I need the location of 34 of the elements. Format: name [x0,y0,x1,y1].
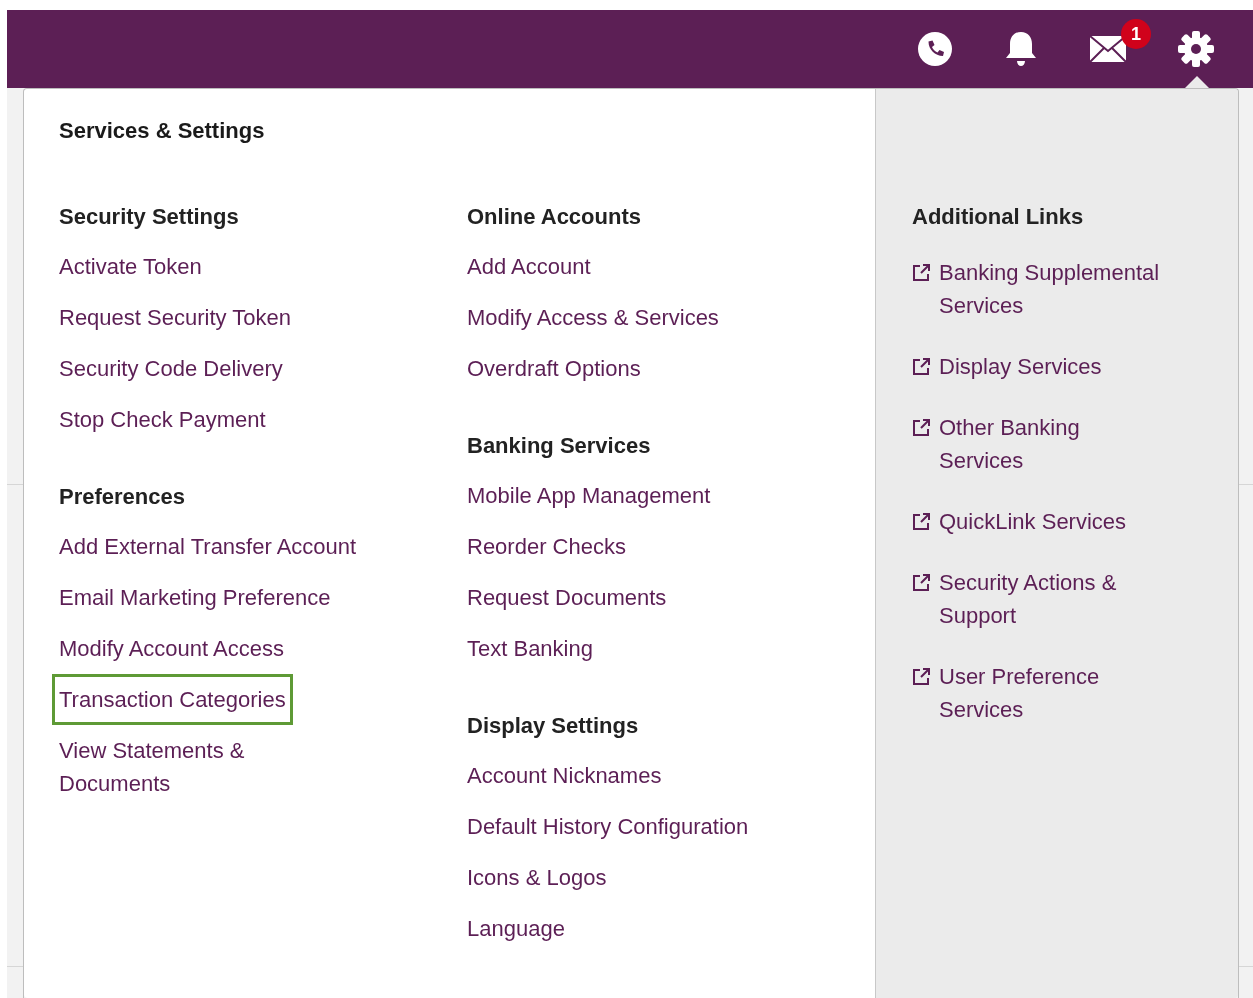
menu-link[interactable]: Stop Check Payment [52,394,273,445]
section-heading: Online Accounts [467,203,641,231]
menu-link[interactable]: Add Account [460,241,598,292]
external-link[interactable]: User Preference Services [939,660,1100,726]
notification-badge: 1 [1121,19,1151,49]
external-link[interactable]: Banking Supplemental Services [939,256,1160,322]
menu-link[interactable]: Icons & Logos [460,852,614,903]
menu-link[interactable]: View Statements & Documents [52,725,252,809]
menu-link[interactable]: Text Banking [460,623,600,674]
menu-link[interactable]: Language [460,903,572,954]
external-link[interactable]: Security Actions & Support [939,566,1117,632]
section-heading: Banking Services [467,432,651,460]
menu-link[interactable]: Default History Configuration [460,801,756,852]
section-heading: Display Settings [467,712,639,740]
menu-link[interactable]: Add External Transfer Account [52,521,364,572]
menu-link[interactable]: Overdraft Options [460,343,648,394]
section-heading: Security Settings [59,203,239,231]
menu-link[interactable]: Email Marketing Preference [52,572,338,623]
menu-link[interactable]: Modify Access & Services [460,292,726,343]
external-link[interactable]: Display Services [939,350,1102,383]
menu-link[interactable]: Request Security Token [52,292,298,343]
external-link[interactable]: Other Banking Services [939,411,1080,477]
section-heading: Preferences [59,483,185,511]
menu-link[interactable]: Security Code Delivery [52,343,290,394]
menu-link[interactable]: Activate Token [52,241,209,292]
menu-link[interactable]: Transaction Categories [52,674,293,725]
menu-link[interactable]: Mobile App Management [460,470,718,521]
menu-link[interactable]: Modify Account Access [52,623,291,674]
external-link[interactable]: QuickLink Services [939,505,1127,538]
menu-link[interactable]: Request Documents [460,572,674,623]
menu-link[interactable]: Reorder Checks [460,521,633,572]
menu-title: Services & Settings [59,117,266,145]
menu-link[interactable]: Account Nicknames [460,750,669,801]
section-heading: Additional Links [912,203,1085,231]
